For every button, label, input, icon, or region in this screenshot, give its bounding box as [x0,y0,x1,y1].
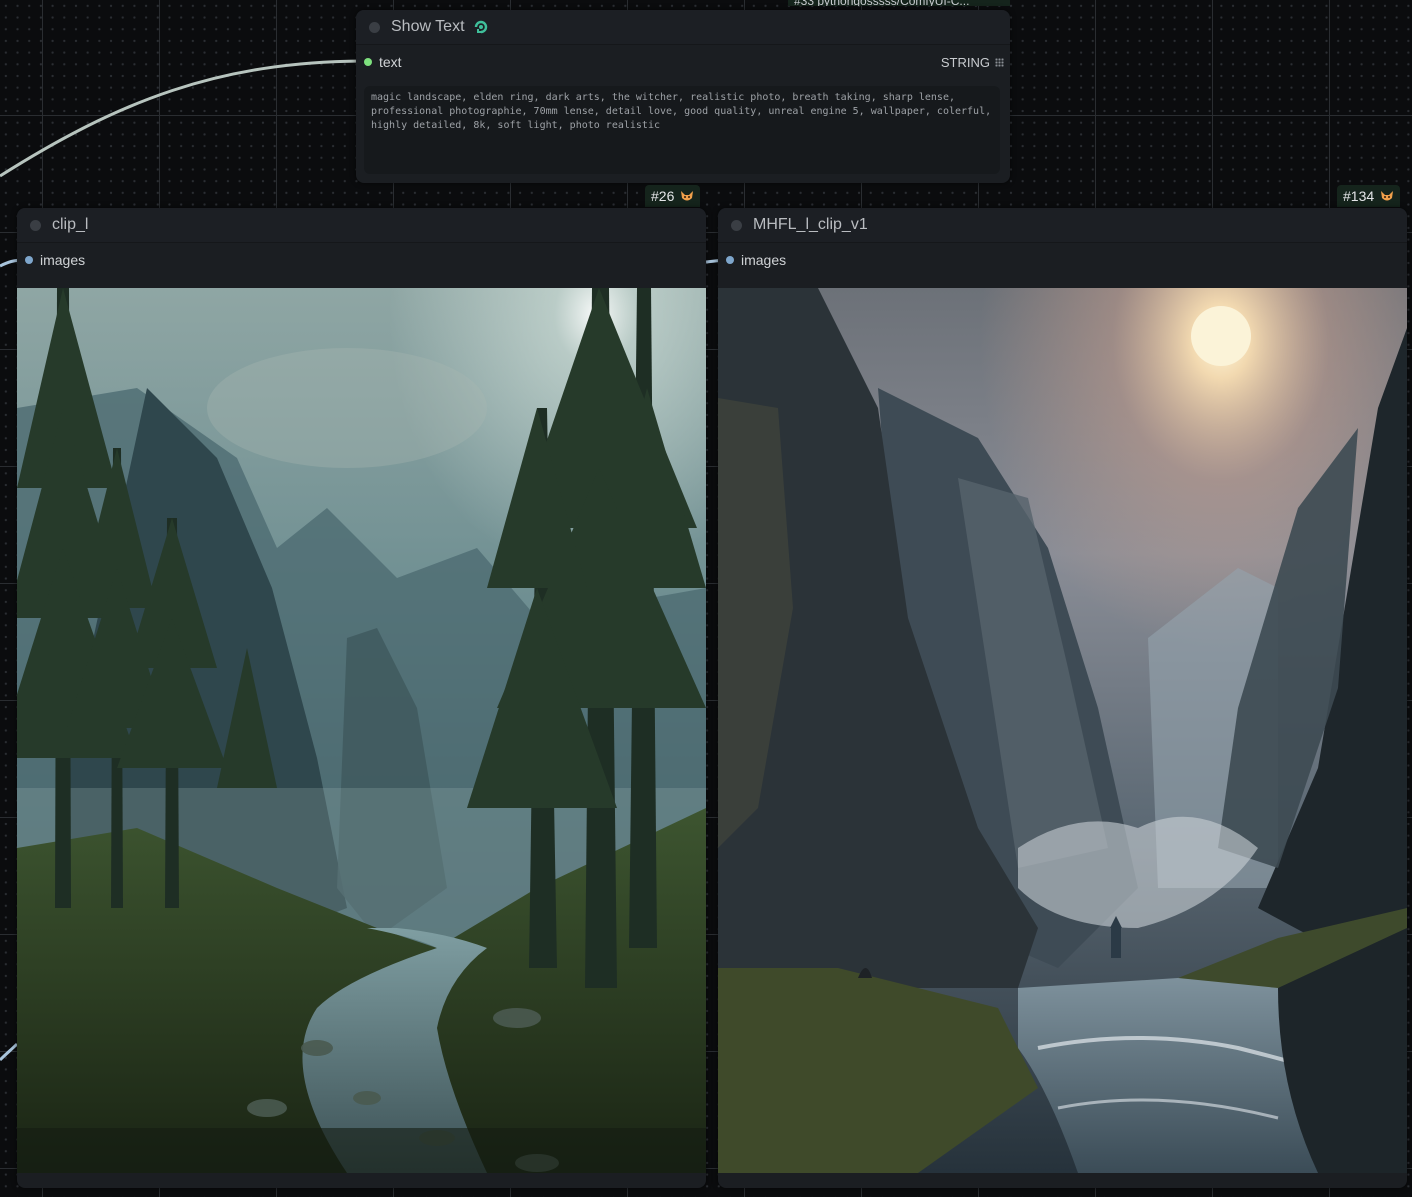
node-id-badge-134: #134 [1337,185,1401,207]
node-title: Show Text [391,18,465,35]
image-input-dot[interactable] [726,256,734,264]
custom-scripts-icon [473,19,489,35]
image-preview-forest[interactable] [17,288,706,1173]
images-input-label: images [741,252,787,268]
text-input-slot[interactable]: text STRING [356,45,1010,79]
node-id-badge-26: #26 [645,185,701,207]
fox-icon [1381,191,1394,201]
node-title: MHFL_l_clip_v1 [753,216,868,233]
collapse-toggle[interactable] [30,219,41,231]
fox-icon [681,191,694,201]
output-grid-icon[interactable] [995,57,1004,67]
mhfl-preview-node[interactable]: MHFL_l_clip_v1 images [718,208,1407,1188]
text-input-label: text [379,54,402,70]
mhfl-title-bar[interactable]: MHFL_l_clip_v1 [718,208,1407,243]
clip-l-title-bar[interactable]: clip_l [17,208,706,243]
image-preview-canyon[interactable] [718,288,1407,1173]
collapse-toggle[interactable] [731,219,742,231]
node-title: clip_l [52,216,89,233]
show-text-title-bar[interactable]: Show Text [356,10,1010,45]
text-display-area[interactable]: magic landscape, elden ring, dark arts, … [364,86,1000,174]
image-input-dot[interactable] [25,256,33,264]
image-wire-lower [0,1042,19,1062]
images-input-slot[interactable]: images [718,243,1407,277]
badge-text: #26 [651,188,675,204]
badge-text: #134 [1343,188,1375,204]
string-input-dot[interactable] [364,58,372,66]
show-text-node[interactable]: Show Text text STRING magic landscape, e… [356,10,1010,183]
offscreen-node-badge: #33 pythongosssss/ComfyUI-C... [788,0,1010,6]
string-wire [0,59,363,178]
collapse-toggle[interactable] [369,21,380,33]
images-input-slot[interactable]: images [17,243,706,277]
clip-l-preview-node[interactable]: clip_l images [17,208,706,1188]
output-type-label: STRING [940,54,990,70]
images-input-label: images [40,252,86,268]
string-output-slot[interactable]: STRING [941,45,1004,79]
